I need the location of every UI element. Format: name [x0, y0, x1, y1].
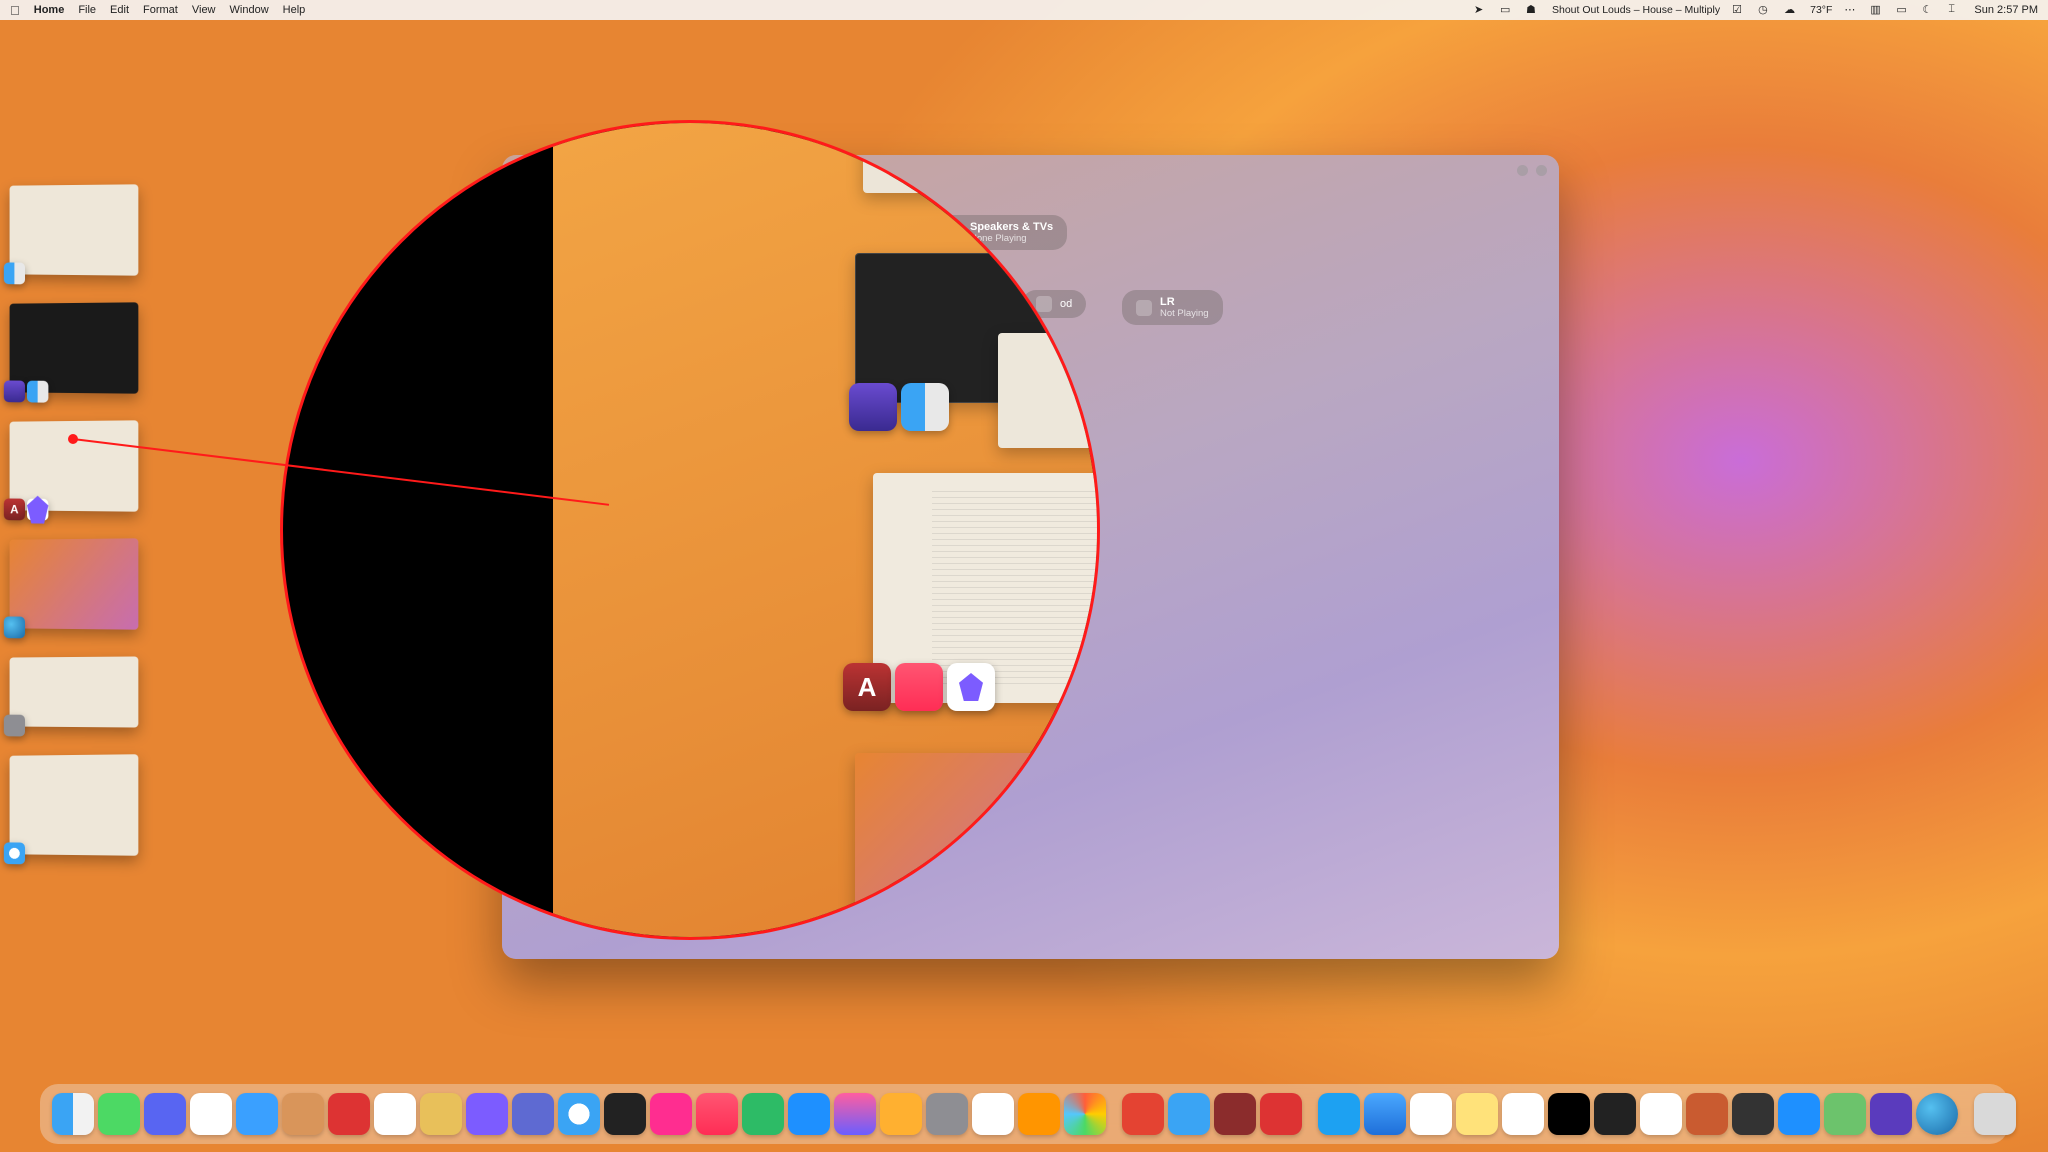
dock-messages[interactable] [98, 1093, 140, 1135]
more-icon[interactable]: ⋯ [1844, 3, 1858, 17]
location-icon[interactable]: ➤ [1474, 3, 1488, 17]
window-zoom[interactable] [1536, 165, 1547, 176]
obsidian-icon [947, 663, 995, 711]
dock-freeform[interactable] [972, 1093, 1014, 1135]
dock-finder[interactable] [52, 1093, 94, 1135]
dock-package[interactable] [282, 1093, 324, 1135]
dock-music[interactable] [696, 1093, 738, 1135]
dock-reminders[interactable] [1410, 1093, 1452, 1135]
dictionary-icon: A [843, 663, 891, 711]
dock-todoist[interactable] [1122, 1093, 1164, 1135]
cloud-icon[interactable]: ☁ [1784, 3, 1798, 17]
dock-figma[interactable] [604, 1093, 646, 1135]
menu-bar:  Home File Edit Format View Window Help… [0, 0, 2048, 20]
stage-manager-strip: A [8, 185, 158, 883]
dock-imovie[interactable] [1870, 1093, 1912, 1135]
settings-icon [4, 715, 25, 737]
dock-pages[interactable] [1018, 1093, 1060, 1135]
stage-thumb-6[interactable] [10, 754, 139, 856]
dock-gimp[interactable] [420, 1093, 462, 1135]
dock-obsidian[interactable] [466, 1093, 508, 1135]
display-icon[interactable]: ▭ [1896, 3, 1910, 17]
dock-notes[interactable] [1456, 1093, 1498, 1135]
finder-icon [27, 381, 48, 403]
dock-things[interactable] [1502, 1093, 1544, 1135]
menu-format[interactable]: Format [143, 4, 178, 16]
stage-thumb-5[interactable] [10, 656, 139, 727]
zoom-thumb-finder-small [998, 333, 1100, 448]
dock-home[interactable] [880, 1093, 922, 1135]
dock-calendar[interactable] [374, 1093, 416, 1135]
zoom-magnifier: A [280, 120, 1100, 940]
menu-view[interactable]: View [192, 4, 216, 16]
dock-dictionary[interactable] [1214, 1093, 1256, 1135]
app-name[interactable]: Home [34, 4, 65, 16]
dock-itunes[interactable] [650, 1093, 692, 1135]
dock-maps[interactable] [1824, 1093, 1866, 1135]
dock-settings[interactable] [926, 1093, 968, 1135]
menu-help[interactable]: Help [283, 4, 306, 16]
menu-edit[interactable]: Edit [110, 4, 129, 16]
dock-photos[interactable] [1064, 1093, 1106, 1135]
dock-drafts[interactable] [1686, 1093, 1728, 1135]
apple-menu-icon[interactable]:  [10, 3, 20, 18]
homepod-icon [1136, 300, 1152, 316]
dock-1password[interactable] [328, 1093, 370, 1135]
shield-icon[interactable]: ☗ [1526, 3, 1540, 17]
clock-icon[interactable]: ◷ [1758, 3, 1772, 17]
menu-window[interactable]: Window [230, 4, 269, 16]
stage-manager-icon[interactable]: ▥ [1870, 3, 1884, 17]
dock-scansnap[interactable] [1640, 1093, 1682, 1135]
now-playing[interactable]: Shout Out Louds – House – Multiply [1552, 4, 1720, 16]
stage-thumb-2[interactable] [10, 302, 139, 393]
obsidian-icon [27, 499, 48, 521]
dock-calculator[interactable] [1732, 1093, 1774, 1135]
dock-appstore[interactable] [788, 1093, 830, 1135]
tile-lr-sub: Not Playing [1160, 308, 1209, 319]
dock [40, 1084, 2008, 1144]
dock-clock[interactable] [1548, 1093, 1590, 1135]
window-controls [1517, 165, 1547, 176]
dock-linear[interactable] [512, 1093, 554, 1135]
battery-icon[interactable]: ▭ [1500, 3, 1514, 17]
stage-thumb-4[interactable] [10, 538, 139, 629]
finder-icon [4, 262, 25, 284]
music-icon [895, 663, 943, 711]
annotation-anchor-dot [68, 434, 78, 444]
dock-quicklook[interactable] [1916, 1093, 1958, 1135]
dock-pdf[interactable] [1260, 1093, 1302, 1135]
window-minimize[interactable] [1517, 165, 1528, 176]
dnd-moon-icon[interactable]: ☾ [1922, 3, 1936, 17]
finder-icon [901, 383, 949, 431]
dock-twitter[interactable] [1318, 1093, 1360, 1135]
quicktime-icon [849, 903, 897, 940]
dock-slack[interactable] [190, 1093, 232, 1135]
todo-icon[interactable]: ☑ [1732, 3, 1746, 17]
dock-numbers[interactable] [742, 1093, 784, 1135]
safari-icon [4, 842, 25, 864]
dictionary-icon: A [4, 498, 25, 520]
dock-discord[interactable] [144, 1093, 186, 1135]
dock-shortcuts[interactable] [834, 1093, 876, 1135]
imovie-icon [849, 383, 897, 431]
zoom-thumb-finder [863, 120, 1073, 193]
dock-keynote[interactable] [1778, 1093, 1820, 1135]
control-center-icon[interactable]: ⌶ [1948, 3, 1962, 17]
temperature[interactable]: 73°F [1810, 4, 1832, 16]
stage-thumb-1[interactable] [10, 184, 139, 275]
dock-trash[interactable] [1974, 1093, 2016, 1135]
quicktime-icon [4, 616, 25, 638]
imovie-icon [4, 380, 25, 402]
dock-screens[interactable] [1594, 1093, 1636, 1135]
tile-lr-title: LR [1160, 296, 1175, 308]
menubar-clock[interactable]: Sun 2:57 PM [1974, 4, 2038, 16]
speaker-tile-lr[interactable]: LR Not Playing [1122, 290, 1223, 325]
dock-mail[interactable] [1168, 1093, 1210, 1135]
menu-file[interactable]: File [78, 4, 96, 16]
dock-weather[interactable] [1364, 1093, 1406, 1135]
dock-apollo[interactable] [236, 1093, 278, 1135]
dock-safari[interactable] [558, 1093, 600, 1135]
